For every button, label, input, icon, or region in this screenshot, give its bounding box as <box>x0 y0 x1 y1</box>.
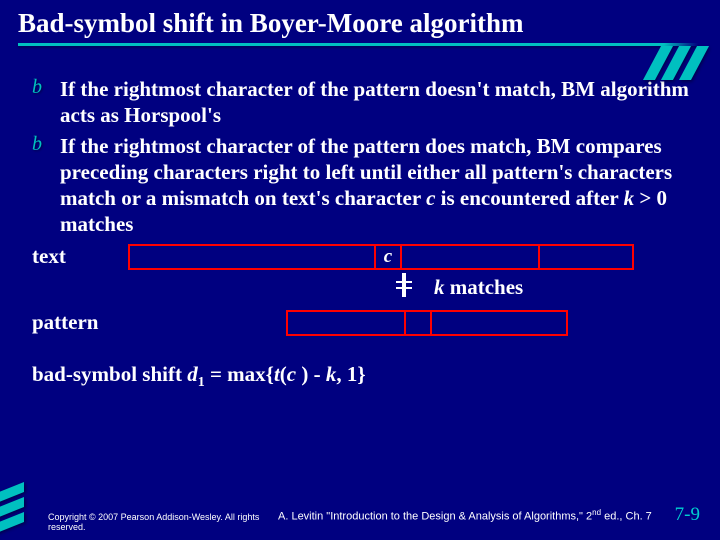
citation-text: A. Levitin "Introduction to the Design &… <box>278 508 675 523</box>
bullet-2: b If the rightmost character of the patt… <box>32 133 696 238</box>
bullet-icon: b <box>32 76 60 129</box>
slide-title: Bad-symbol shift in Boyer-Moore algorith… <box>18 8 704 39</box>
text-row: text c <box>32 244 696 270</box>
formula: bad-symbol shift d1 = max{t(c ) - k, 1} <box>32 362 696 391</box>
not-equal-icon <box>392 272 414 304</box>
copyright-text: Copyright © 2007 Pearson Addison-Wesley.… <box>48 512 278 532</box>
slide-body: b If the rightmost character of the patt… <box>0 46 720 391</box>
k-matches-row: k matches <box>392 272 696 304</box>
footer: Copyright © 2007 Pearson Addison-Wesley.… <box>48 504 700 532</box>
decor-stripes-bottom-left <box>0 488 24 528</box>
bullet-1-text: If the rightmost character of the patter… <box>60 76 696 129</box>
page-number: 7-9 <box>675 504 700 526</box>
text-label: text <box>32 244 128 269</box>
pattern-box-mid <box>404 310 432 336</box>
pattern-box-left <box>286 310 404 336</box>
text-box-right <box>538 244 634 270</box>
text-box-k <box>402 244 538 270</box>
bullet-icon: b <box>32 133 60 238</box>
bullet-2-text: If the rightmost character of the patter… <box>60 133 696 238</box>
bullet-1: b If the rightmost character of the patt… <box>32 76 696 129</box>
pattern-row: pattern <box>32 310 696 336</box>
decor-stripes-top-right <box>652 46 700 80</box>
text-box-c: c <box>374 244 402 270</box>
text-box-left <box>128 244 374 270</box>
pattern-label: pattern <box>32 310 128 335</box>
pattern-box-k <box>432 310 568 336</box>
text-boxes: c <box>128 244 634 270</box>
k-matches-text: k matches <box>434 275 523 300</box>
